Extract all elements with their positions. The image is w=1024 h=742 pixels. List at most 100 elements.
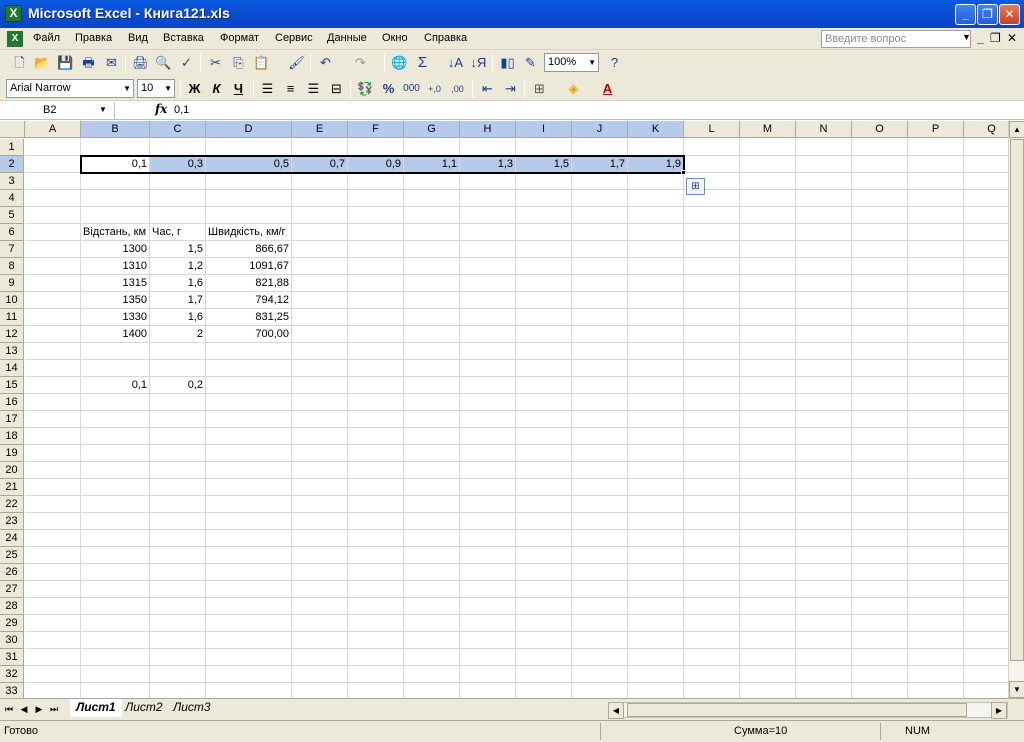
font-size-select[interactable]: 10 ▼	[137, 79, 175, 98]
minimize-button[interactable]: _	[955, 4, 976, 25]
cell-h25[interactable]	[460, 547, 516, 564]
cell-d5[interactable]	[206, 207, 292, 224]
fill-color-icon[interactable]: ◈	[563, 79, 584, 99]
cell-p13[interactable]	[908, 343, 964, 360]
cell-j2[interactable]: 1,7	[572, 156, 628, 173]
cell-n10[interactable]	[796, 292, 852, 309]
cell-n20[interactable]	[796, 462, 852, 479]
cell-e22[interactable]	[292, 496, 348, 513]
cell-q12[interactable]	[964, 326, 1008, 343]
cell-m5[interactable]	[740, 207, 796, 224]
cell-h17[interactable]	[460, 411, 516, 428]
cell-k26[interactable]	[628, 564, 684, 581]
cell-j11[interactable]	[572, 309, 628, 326]
cell-d7[interactable]: 866,67	[206, 241, 292, 258]
cell-q26[interactable]	[964, 564, 1008, 581]
cell-d4[interactable]	[206, 190, 292, 207]
cell-o1[interactable]	[852, 139, 908, 156]
cell-f21[interactable]	[348, 479, 404, 496]
cell-k24[interactable]	[628, 530, 684, 547]
cell-o25[interactable]	[852, 547, 908, 564]
cell-o23[interactable]	[852, 513, 908, 530]
cell-p31[interactable]	[908, 649, 964, 666]
cell-e18[interactable]	[292, 428, 348, 445]
cell-g27[interactable]	[404, 581, 460, 598]
cell-i17[interactable]	[516, 411, 572, 428]
cell-n26[interactable]	[796, 564, 852, 581]
cell-h18[interactable]	[460, 428, 516, 445]
row-header-8[interactable]: 8	[0, 258, 24, 275]
cell-g19[interactable]	[404, 445, 460, 462]
row-header-31[interactable]: 31	[0, 649, 24, 666]
merge-center-icon[interactable]: ⊟	[326, 79, 347, 99]
cell-m30[interactable]	[740, 632, 796, 649]
cell-h29[interactable]	[460, 615, 516, 632]
cell-m17[interactable]	[740, 411, 796, 428]
cell-j16[interactable]	[572, 394, 628, 411]
cell-e21[interactable]	[292, 479, 348, 496]
cell-g3[interactable]	[404, 173, 460, 190]
cell-o33[interactable]	[852, 683, 908, 698]
cell-a20[interactable]	[25, 462, 81, 479]
cell-g16[interactable]	[404, 394, 460, 411]
cell-q30[interactable]	[964, 632, 1008, 649]
row-header-32[interactable]: 32	[0, 666, 24, 683]
column-header-g[interactable]: G	[404, 121, 460, 138]
cell-n28[interactable]	[796, 598, 852, 615]
cell-b14[interactable]	[81, 360, 150, 377]
cell-o15[interactable]	[852, 377, 908, 394]
cell-l15[interactable]	[684, 377, 740, 394]
cell-h32[interactable]	[460, 666, 516, 683]
cell-l29[interactable]	[684, 615, 740, 632]
cell-f18[interactable]	[348, 428, 404, 445]
cell-p10[interactable]	[908, 292, 964, 309]
cell-b1[interactable]	[81, 139, 150, 156]
cell-l24[interactable]	[684, 530, 740, 547]
sheet-tab-3[interactable]: Лист3	[167, 699, 217, 717]
row-header-26[interactable]: 26	[0, 564, 24, 581]
cell-l28[interactable]	[684, 598, 740, 615]
cell-d18[interactable]	[206, 428, 292, 445]
cell-p24[interactable]	[908, 530, 964, 547]
cell-h16[interactable]	[460, 394, 516, 411]
cell-n25[interactable]	[796, 547, 852, 564]
cell-q20[interactable]	[964, 462, 1008, 479]
cell-n19[interactable]	[796, 445, 852, 462]
cell-j21[interactable]	[572, 479, 628, 496]
cell-c30[interactable]	[150, 632, 206, 649]
cell-f11[interactable]	[348, 309, 404, 326]
cell-h9[interactable]	[460, 275, 516, 292]
cell-q19[interactable]	[964, 445, 1008, 462]
column-header-p[interactable]: P	[908, 121, 964, 138]
cell-l16[interactable]	[684, 394, 740, 411]
cell-e25[interactable]	[292, 547, 348, 564]
cell-q25[interactable]	[964, 547, 1008, 564]
cell-a7[interactable]	[25, 241, 81, 258]
cell-a3[interactable]	[25, 173, 81, 190]
cell-k12[interactable]	[628, 326, 684, 343]
cell-p8[interactable]	[908, 258, 964, 275]
cell-o5[interactable]	[852, 207, 908, 224]
cell-n15[interactable]	[796, 377, 852, 394]
cell-c20[interactable]	[150, 462, 206, 479]
cell-m7[interactable]	[740, 241, 796, 258]
cell-m33[interactable]	[740, 683, 796, 698]
column-header-e[interactable]: E	[292, 121, 348, 138]
column-header-j[interactable]: J	[572, 121, 628, 138]
cell-b22[interactable]	[81, 496, 150, 513]
menu-insert[interactable]: Вставка	[163, 32, 204, 44]
cell-n22[interactable]	[796, 496, 852, 513]
cell-l26[interactable]	[684, 564, 740, 581]
cell-a21[interactable]	[25, 479, 81, 496]
cell-h11[interactable]	[460, 309, 516, 326]
cell-i3[interactable]	[516, 173, 572, 190]
thousands-button[interactable]: 000	[401, 79, 422, 99]
cell-p14[interactable]	[908, 360, 964, 377]
cell-e5[interactable]	[292, 207, 348, 224]
row-header-7[interactable]: 7	[0, 241, 24, 258]
cell-p4[interactable]	[908, 190, 964, 207]
row-header-30[interactable]: 30	[0, 632, 24, 649]
cell-i25[interactable]	[516, 547, 572, 564]
scroll-up-icon[interactable]: ▲	[1009, 121, 1024, 138]
cell-o31[interactable]	[852, 649, 908, 666]
